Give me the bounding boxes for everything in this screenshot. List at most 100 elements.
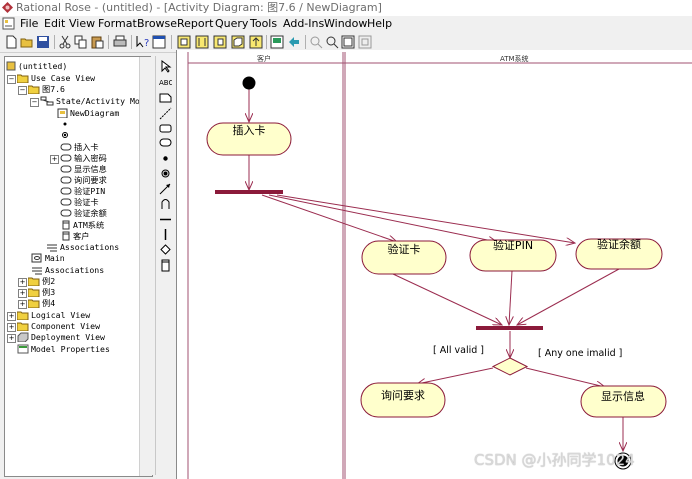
note-tool-icon[interactable] [159, 91, 172, 104]
zoom-in-icon[interactable] [309, 35, 323, 49]
zoom-out-icon[interactable] [325, 35, 339, 49]
transition-fork-to-verify-balance[interactable] [276, 194, 575, 243]
diagram-canvas[interactable]: 客户 ATM系统 插入卡 验证卡 验证PIN 验证余额 [All valid … [176, 50, 692, 479]
save-icon[interactable] [36, 35, 50, 49]
tree-activity-5[interactable]: 验证PIN [60, 186, 105, 197]
menu-edit[interactable]: Edit [44, 16, 65, 32]
fit-window-icon[interactable] [341, 35, 355, 49]
tree-swimlane-2[interactable]: 客户 [61, 231, 89, 242]
expander-use-case-view[interactable]: − [7, 75, 16, 84]
tree-activity-1[interactable]: 插入卡 [60, 142, 99, 153]
copy-icon[interactable] [74, 35, 88, 49]
transition-tool-icon[interactable] [159, 182, 172, 195]
start-state-icon[interactable] [159, 152, 172, 165]
tree-package-76[interactable]: 图7.6 [28, 84, 65, 95]
guard-any-invalid[interactable]: [ Any one imalid ] [538, 348, 622, 359]
document-icon[interactable] [2, 17, 15, 30]
tree-activity-3[interactable]: 显示信息 [60, 164, 107, 175]
tree-new-diagram[interactable]: NewDiagram [57, 108, 119, 119]
transition-decision-to-show[interactable] [525, 367, 605, 387]
end-state-icon[interactable] [159, 167, 172, 180]
expander-package-76[interactable]: − [18, 86, 27, 95]
tree-use-case-view[interactable]: Use Case View [17, 73, 95, 84]
tree-model-properties[interactable]: Model Properties [17, 344, 110, 355]
browse-parent-icon[interactable] [249, 35, 263, 49]
horizontal-sync-icon[interactable] [159, 213, 172, 226]
tree-state-activity-model[interactable]: State/Activity Model [40, 96, 152, 107]
text-tool-icon[interactable]: ABC [159, 75, 172, 88]
tree-associations-inner[interactable]: Associations [46, 242, 119, 253]
view-doc-icon[interactable] [152, 35, 166, 49]
menu-window[interactable]: Window [324, 16, 367, 32]
back-arrow-icon[interactable] [287, 35, 301, 49]
cut-icon[interactable] [58, 35, 72, 49]
transition-verify-pin-to-join[interactable] [509, 270, 512, 325]
activity-insert-card[interactable]: 插入卡 [206, 122, 292, 156]
expander-logical-view[interactable]: + [7, 312, 16, 321]
menu-help[interactable]: Help [367, 16, 392, 32]
selection-tool-icon[interactable] [159, 60, 172, 73]
fork-bar[interactable] [215, 190, 283, 194]
menu-file[interactable]: File [20, 16, 38, 32]
transition-verify-card-to-join[interactable] [392, 273, 502, 325]
new-icon[interactable] [4, 35, 18, 49]
tree-initial-state[interactable] [61, 119, 69, 130]
tree-logical-view[interactable]: Logical View [17, 310, 90, 321]
expander-activity-2[interactable]: + [50, 155, 59, 164]
activity-ask-request[interactable]: 询问要求 [360, 382, 446, 418]
activity-show-info[interactable]: 显示信息 [580, 385, 667, 418]
menu-tools[interactable]: Tools [250, 16, 277, 32]
tree-component-view[interactable]: Component View [17, 321, 100, 332]
paste-icon[interactable] [90, 35, 104, 49]
decision-tool-icon[interactable] [159, 243, 172, 256]
decision-diamond[interactable] [491, 357, 529, 376]
tree-root[interactable]: (untitled) [6, 61, 67, 72]
tree-activity-4[interactable]: 询问要求 [60, 175, 107, 186]
activity-verify-balance[interactable]: 验证余额 [575, 237, 663, 270]
tree-associations-outer[interactable]: Associations [31, 265, 104, 276]
tree-deployment-view[interactable]: Deployment View [17, 332, 105, 343]
undo-fit-icon[interactable] [358, 35, 372, 49]
state-tool-icon[interactable] [159, 122, 172, 135]
activity-verify-pin[interactable]: 验证PIN [469, 238, 557, 272]
tree-activity-7[interactable]: 验证余额 [60, 208, 107, 219]
menu-add-ins[interactable]: Add-Ins [283, 16, 324, 32]
menu-format[interactable]: Format [98, 16, 137, 32]
tree-example-3[interactable]: 例3 [28, 287, 55, 298]
anchor-tool-icon[interactable] [159, 107, 172, 120]
expander-example-4[interactable]: + [18, 300, 27, 309]
activity-tool-icon[interactable] [159, 136, 172, 149]
expander-example-2[interactable]: + [18, 278, 27, 287]
swimlane-tool-icon[interactable] [159, 259, 172, 272]
initial-state[interactable] [242, 76, 256, 90]
menu-report[interactable]: Report [177, 16, 213, 32]
browse-component-icon[interactable] [213, 35, 227, 49]
tree-activity-6[interactable]: 验证卡 [60, 197, 99, 208]
context-help-icon[interactable]: ? [136, 35, 150, 49]
expander-deployment-view[interactable]: + [7, 334, 16, 343]
browse-class-icon[interactable] [177, 35, 191, 49]
tree-example-4[interactable]: 例4 [28, 298, 55, 309]
expander-example-3[interactable]: + [18, 289, 27, 298]
swimlane-customer-label[interactable]: 客户 [257, 54, 271, 63]
self-transition-icon[interactable] [159, 197, 172, 210]
guard-all-valid[interactable]: [ All valid ] [433, 345, 484, 356]
swimlane-atm-label[interactable]: ATM系统 [500, 54, 529, 63]
open-icon[interactable] [20, 35, 34, 49]
expander-state-activity-model[interactable]: − [30, 98, 39, 107]
browse-deployment-icon[interactable] [231, 35, 245, 49]
join-bar[interactable] [476, 326, 543, 330]
model-browser[interactable]: (untitled) − Use Case View − 图7.6 − Stat… [4, 56, 153, 477]
tree-final-state[interactable] [61, 130, 69, 141]
tree-example-2[interactable]: 例2 [28, 276, 55, 287]
transition-decision-to-ask[interactable] [417, 367, 494, 384]
expander-component-view[interactable]: + [7, 323, 16, 332]
vertical-sync-icon[interactable] [159, 228, 172, 241]
menu-browse[interactable]: Browse [137, 16, 177, 32]
tree-main[interactable]: Main [31, 253, 65, 264]
tree-activity-2[interactable]: 输入密码 [60, 153, 107, 164]
browse-previous-icon[interactable] [270, 35, 284, 49]
activity-verify-card[interactable]: 验证卡 [361, 240, 447, 275]
tree-swimlane-1[interactable]: ATM系统 [61, 220, 104, 231]
transition-fork-to-verify-pin[interactable] [268, 194, 497, 242]
